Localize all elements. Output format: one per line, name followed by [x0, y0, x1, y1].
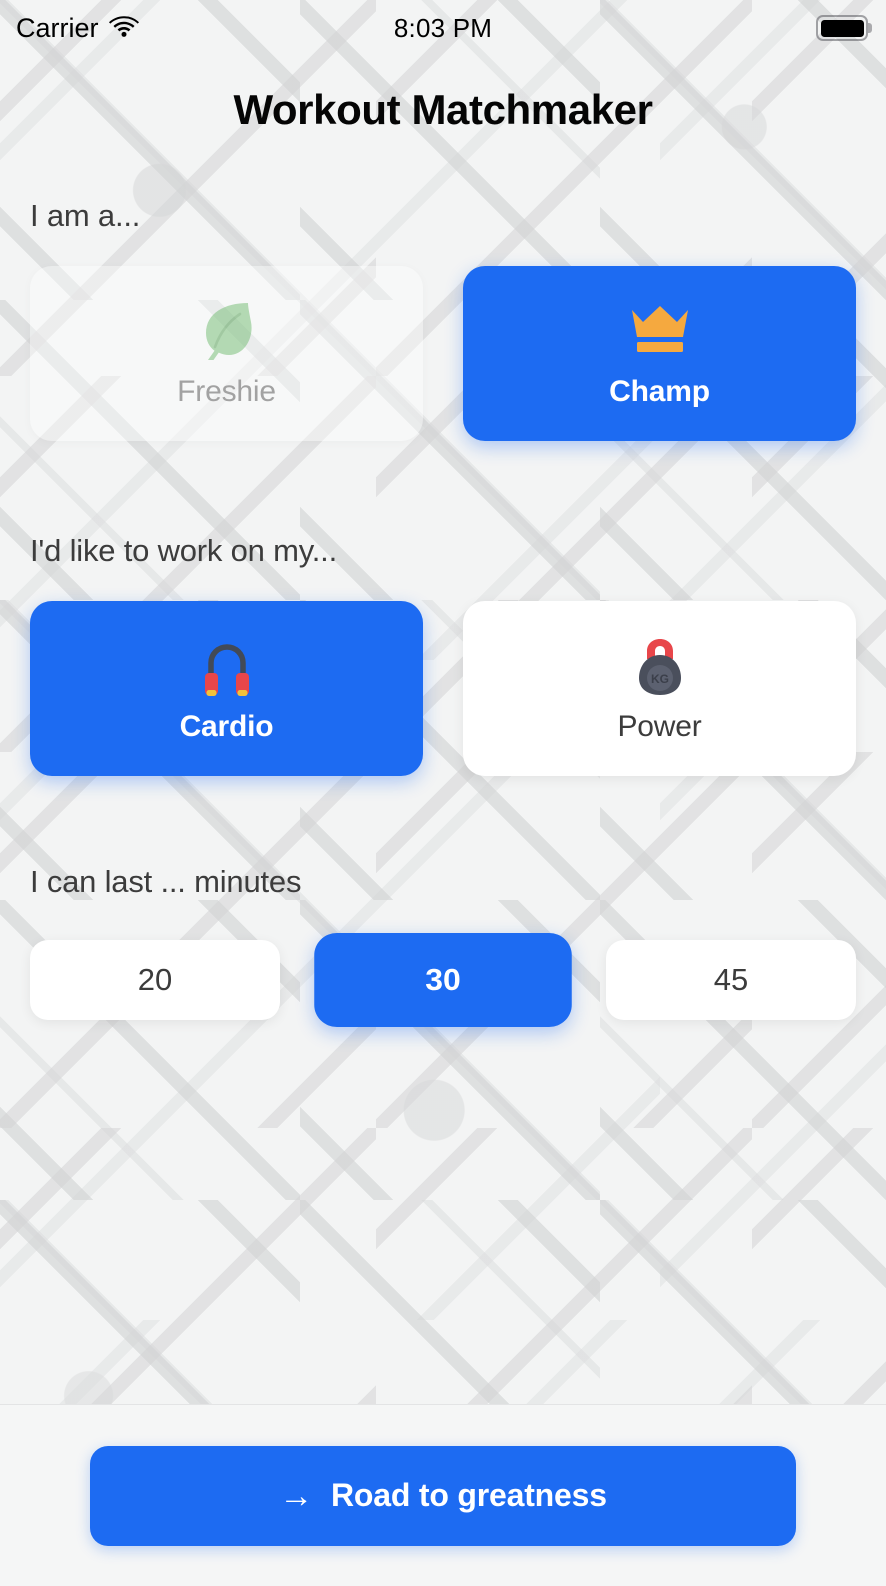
crown-icon: [629, 299, 691, 361]
cta-label: Road to greatness: [331, 1477, 607, 1513]
page-title: Workout Matchmaker: [233, 86, 653, 133]
status-bar-right: [816, 15, 868, 41]
option-label-champ: Champ: [609, 374, 710, 408]
app-screen: Carrier 8:03 PM Workout Matchmaker I am …: [0, 0, 886, 1586]
option-card-cardio[interactable]: Cardio: [30, 601, 423, 776]
option-card-freshie[interactable]: Freshie: [30, 266, 423, 441]
section-label-duration: I can last ... minutes: [30, 864, 302, 899]
jump-rope-icon: [197, 634, 257, 696]
road-to-greatness-button[interactable]: → Road to greatness: [90, 1445, 796, 1546]
duration-option-30[interactable]: 30: [314, 933, 572, 1027]
arrow-right-icon: →: [279, 1476, 314, 1515]
battery-full-icon: [816, 15, 868, 41]
battery-fill: [820, 19, 864, 37]
option-card-power[interactable]: KG Power: [463, 601, 856, 776]
option-row-experience: Freshie Champ: [30, 266, 856, 441]
option-row-duration: 20 30 45: [30, 930, 856, 1030]
section-label-experience: I am a...: [30, 198, 141, 233]
option-label-freshie: Freshie: [177, 374, 276, 408]
option-card-champ[interactable]: Champ: [463, 266, 856, 441]
option-row-focus: Cardio KG Power: [30, 601, 856, 776]
status-bar: Carrier 8:03 PM: [0, 0, 886, 56]
main-content: I am a... Freshie Champ I'd like to work…: [0, 198, 886, 1546]
footer-bar: → Road to greatness: [0, 1404, 886, 1586]
leaf-icon: [198, 299, 256, 361]
option-label-cardio: Cardio: [179, 709, 274, 743]
svg-text:KG: KG: [651, 672, 669, 686]
duration-option-20[interactable]: 20: [30, 940, 280, 1020]
kettlebell-icon: KG: [631, 634, 689, 696]
duration-option-45[interactable]: 45: [606, 940, 856, 1020]
option-label-power: Power: [617, 709, 702, 743]
section-label-focus: I'd like to work on my...: [30, 533, 337, 568]
status-bar-time: 8:03 PM: [393, 12, 493, 43]
